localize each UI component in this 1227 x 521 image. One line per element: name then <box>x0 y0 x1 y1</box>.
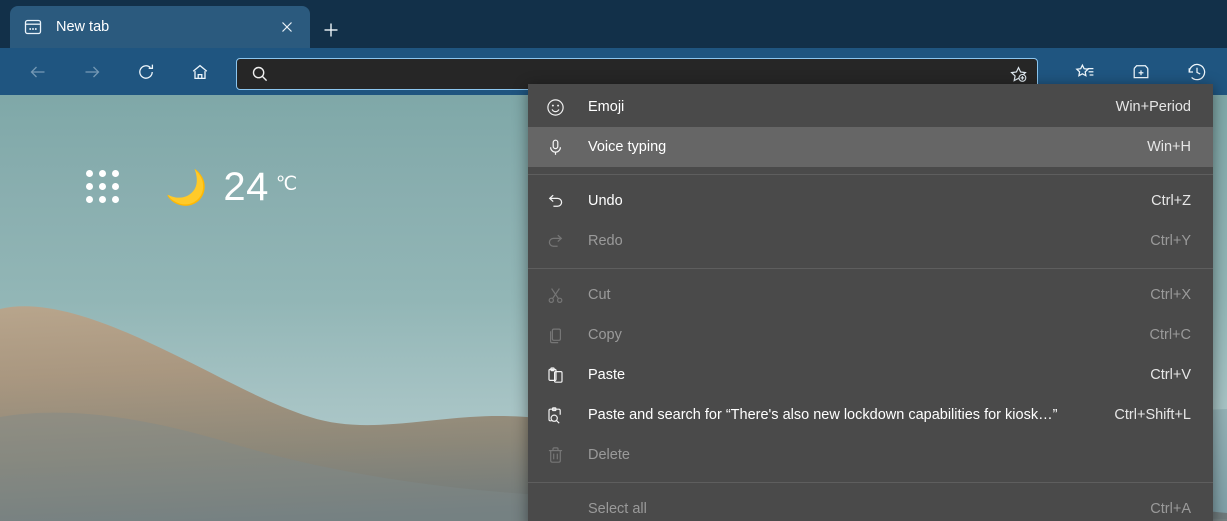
menu-separator <box>528 482 1213 483</box>
menu-item-accelerator: Ctrl+X <box>1150 287 1191 303</box>
menu-item-paste[interactable]: Paste Ctrl+V <box>528 355 1213 395</box>
forward-button[interactable] <box>74 56 110 88</box>
new-tab-widget-row: 🌙 24 ℃ <box>86 165 297 210</box>
back-button[interactable] <box>20 56 56 88</box>
menu-item-label: Select all <box>588 501 647 517</box>
clipboard-icon <box>544 364 566 386</box>
context-menu-scrollbar[interactable] <box>1209 84 1213 521</box>
weather-unit: ℃ <box>275 174 298 195</box>
search-icon <box>251 65 269 83</box>
title-bar: New tab <box>0 0 1227 48</box>
favorites-star-list-icon[interactable] <box>1065 56 1105 88</box>
menu-item-voice-typing[interactable]: Voice typing Win+H <box>528 127 1213 167</box>
menu-item-accelerator: Win+Period <box>1115 99 1191 115</box>
home-button[interactable] <box>182 56 218 88</box>
redo-arrow-icon <box>544 230 566 252</box>
new-tab-button[interactable] <box>317 16 345 44</box>
menu-item-accelerator: Ctrl+Shift+L <box>1114 407 1191 423</box>
menu-item-label: Undo <box>588 193 623 209</box>
app-grid-icon[interactable] <box>86 170 121 205</box>
menu-item-select-all[interactable]: Select all Ctrl+A <box>528 489 1213 521</box>
microphone-icon <box>544 136 566 158</box>
menu-item-accelerator: Ctrl+V <box>1150 367 1191 383</box>
menu-item-accelerator: Ctrl+Y <box>1150 233 1191 249</box>
history-clock-icon[interactable] <box>1177 56 1217 88</box>
menu-item-cut[interactable]: Cut Ctrl+X <box>528 275 1213 315</box>
menu-item-label: Redo <box>588 233 623 249</box>
menu-item-label: Copy <box>588 327 622 343</box>
editing-context-menu: Emoji Win+Period Voice typing Win+H Undo… <box>528 84 1213 521</box>
crescent-moon-icon: 🌙 <box>165 168 208 207</box>
refresh-button[interactable] <box>128 56 164 88</box>
tab-title: New tab <box>56 19 110 35</box>
menu-separator <box>528 268 1213 269</box>
menu-item-accelerator: Ctrl+C <box>1149 327 1192 343</box>
menu-item-accelerator: Ctrl+Z <box>1151 193 1191 209</box>
menu-item-label: Emoji <box>588 99 625 115</box>
menu-item-emoji[interactable]: Emoji Win+Period <box>528 87 1213 127</box>
menu-item-copy[interactable]: Copy Ctrl+C <box>528 315 1213 355</box>
collections-icon[interactable] <box>1121 56 1161 88</box>
close-icon[interactable] <box>274 14 300 40</box>
menu-item-label: Paste and search for “There's also new l… <box>588 407 1058 423</box>
menu-separator <box>528 174 1213 175</box>
menu-item-paste-and-search[interactable]: Paste and search for “There's also new l… <box>528 395 1213 435</box>
weather-temperature: 24 <box>223 165 269 209</box>
menu-item-redo[interactable]: Redo Ctrl+Y <box>528 221 1213 261</box>
copy-icon <box>544 324 566 346</box>
menu-item-label: Paste <box>588 367 626 383</box>
browser-tab[interactable]: New tab <box>10 6 310 48</box>
menu-item-delete[interactable]: Delete <box>528 435 1213 475</box>
menu-item-label: Cut <box>588 287 611 303</box>
trash-icon <box>544 444 566 466</box>
menu-item-accelerator: Win+H <box>1147 139 1191 155</box>
menu-item-accelerator: Ctrl+A <box>1150 501 1191 517</box>
scissors-icon <box>544 284 566 306</box>
new-tab-page-icon <box>24 18 42 36</box>
clipboard-search-icon <box>544 404 566 426</box>
emoji-smiley-icon <box>544 96 566 118</box>
menu-item-label: Voice typing <box>588 139 667 155</box>
browser-window: New tab 🌙 24 ℃ Emoji Win+Period Voice ty… <box>0 0 1227 521</box>
menu-item-undo[interactable]: Undo Ctrl+Z <box>528 181 1213 221</box>
undo-arrow-icon <box>544 190 566 212</box>
menu-item-label: Delete <box>588 447 630 463</box>
